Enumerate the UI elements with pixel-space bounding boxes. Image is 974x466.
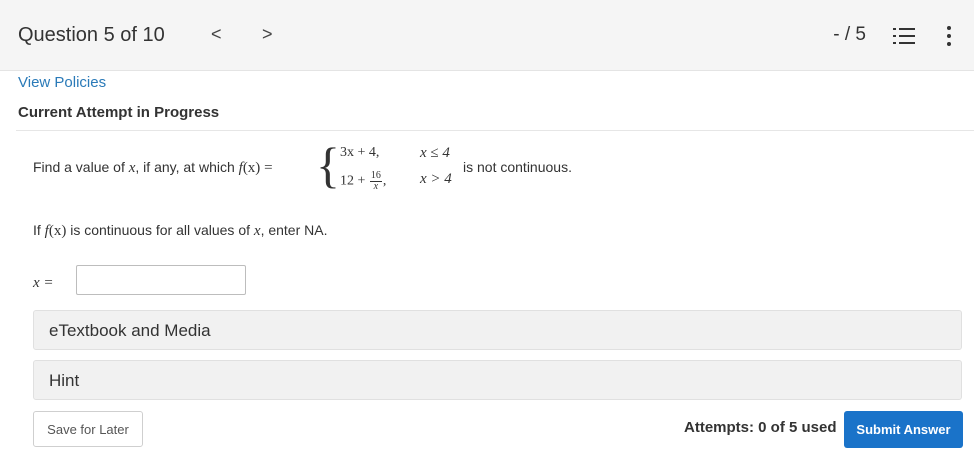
view-policies-link[interactable]: View Policies: [18, 74, 106, 91]
answer-label: x =: [33, 275, 54, 291]
question-content: Find a value of x, if any, at which f(x)…: [16, 130, 974, 463]
attempt-status-heading: Current Attempt in Progress: [18, 104, 220, 121]
top-bar: Question 5 of 10 < > - / 5: [0, 0, 974, 71]
case-1-condition: x ≤ 4: [420, 145, 450, 161]
question-prompt: Find a value of x, if any, at which f(x)…: [33, 159, 273, 176]
case-2-expression: 12 + 16 x,: [340, 170, 387, 192]
piecewise-function: { 3x + 4, x ≤ 4 12 + 16 x, x > 4: [316, 137, 466, 197]
left-brace: {: [316, 137, 340, 193]
chevron-left-icon[interactable]: <: [211, 24, 222, 45]
case-1-expression: 3x + 4,: [340, 145, 380, 160]
fraction: 16 x: [369, 170, 382, 192]
question-note: If f(x) is continuous for all values of …: [33, 222, 328, 239]
more-vertical-icon[interactable]: [946, 26, 952, 48]
list-icon[interactable]: [893, 27, 915, 45]
etextbook-media-label: eTextbook and Media: [49, 321, 211, 340]
hint-panel[interactable]: Hint: [33, 360, 962, 400]
chevron-right-icon[interactable]: >: [262, 24, 273, 45]
question-counter: Question 5 of 10: [18, 24, 165, 46]
hint-label: Hint: [49, 371, 80, 390]
score-display: - / 5: [833, 24, 866, 45]
submit-answer-button[interactable]: Submit Answer: [844, 411, 963, 448]
prompt-suffix: is not continuous.: [463, 159, 572, 175]
etextbook-media-panel[interactable]: eTextbook and Media: [33, 310, 962, 350]
case-2-condition: x > 4: [420, 171, 452, 187]
save-for-later-button[interactable]: Save for Later: [33, 411, 143, 447]
attempts-counter: Attempts: 0 of 5 used: [684, 419, 837, 436]
answer-input[interactable]: [76, 265, 246, 295]
